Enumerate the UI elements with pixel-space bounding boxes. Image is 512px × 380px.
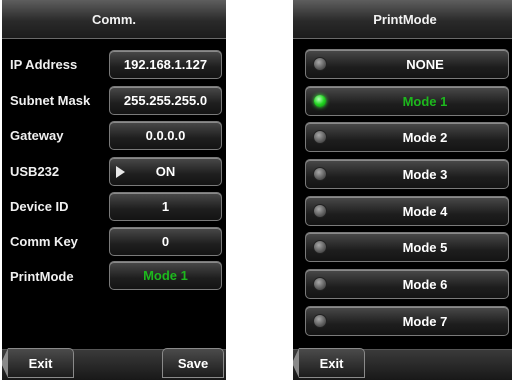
option-label: Mode 6 [402,276,448,292]
option-label: NONE [406,56,444,72]
option-mode-4[interactable]: Mode 4 [305,196,509,226]
option-label: Mode 2 [402,129,448,145]
radio-led-icon [314,205,326,217]
option-mode-2[interactable]: Mode 2 [305,122,509,152]
radio-led-icon [314,58,326,70]
device-id-label: Device ID [10,199,69,214]
usb232-label: USB232 [10,164,60,179]
play-arrow-icon [116,166,125,178]
gateway-button[interactable]: 0.0.0.0 [109,121,222,150]
option-mode-1[interactable]: Mode 1 [305,86,509,116]
radio-led-icon [314,241,326,253]
printmode-title-bar: PrintMode [293,0,512,39]
exit-label: Exit [319,355,344,371]
option-label: Mode 3 [402,166,448,182]
radio-led-icon [314,315,326,327]
page-title: Comm. [91,11,137,27]
radio-led-icon [314,278,326,290]
subnet-mask-value: 255.255.255.0 [123,93,208,108]
comm-title-bar: Comm. [2,0,226,39]
option-label: Mode 4 [402,203,448,219]
usb232-toggle[interactable]: ON [109,157,222,186]
option-label: Mode 1 [402,93,448,109]
comm-key-value: 0 [161,234,170,249]
radio-led-icon [314,168,326,180]
printmode-value: Mode 1 [143,268,188,283]
gateway-label: Gateway [10,128,64,143]
ip-address-value: 192.168.1.127 [123,57,208,72]
usb232-value: ON [155,164,176,179]
subnet-mask-button[interactable]: 255.255.255.0 [109,86,222,115]
save-label: Save [177,355,209,371]
exit-button[interactable]: Exit [2,348,74,378]
printmode-label: PrintMode [10,269,74,284]
exit-button[interactable]: Exit [293,348,365,378]
comm-key-label: Comm Key [10,234,78,249]
radio-led-icon [314,131,326,143]
ip-address-button[interactable]: 192.168.1.127 [109,50,222,79]
comm-key-button[interactable]: 0 [109,227,222,256]
gateway-value: 0.0.0.0 [145,128,186,143]
printmode-button[interactable]: Mode 1 [109,261,222,290]
page-title: PrintMode [373,11,437,27]
printmode-screen: PrintMode NONE Mode 1 Mode 2 Mode 3 Mode… [293,0,512,380]
subnet-mask-label: Subnet Mask [10,93,91,108]
device-id-button[interactable]: 1 [109,192,222,221]
option-mode-3[interactable]: Mode 3 [305,159,509,189]
ip-address-label: IP Address [10,57,78,72]
device-id-value: 1 [161,199,170,214]
option-none[interactable]: NONE [305,49,509,79]
option-mode-5[interactable]: Mode 5 [305,232,509,262]
save-button[interactable]: Save [162,348,224,378]
option-label: Mode 5 [402,239,448,255]
option-label: Mode 7 [402,313,448,329]
exit-label: Exit [28,355,53,371]
option-mode-6[interactable]: Mode 6 [305,269,509,299]
radio-led-on-icon [314,95,326,107]
comm-screen: Comm. IP Address 192.168.1.127 Subnet Ma… [2,0,226,380]
option-mode-7[interactable]: Mode 7 [305,306,509,336]
